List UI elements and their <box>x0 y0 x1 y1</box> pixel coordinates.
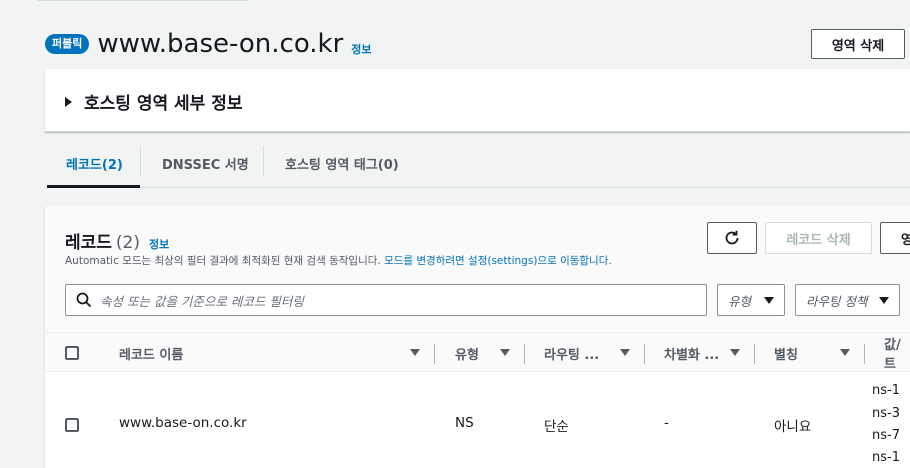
page-header: 퍼블릭 www.base-on.co.kr 정보 <box>45 28 372 60</box>
type-filter-dropdown[interactable]: 유형 <box>717 284 785 316</box>
table-header: 레코드 이름 유형 라우팅 ... 차별화 ... 별칭 값/트 <box>45 332 910 372</box>
select-all-checkbox[interactable] <box>65 346 79 360</box>
record-value-line: ns-1 <box>872 383 900 398</box>
column-divider <box>644 344 645 364</box>
active-tab-indicator <box>47 185 140 188</box>
tab-divider <box>263 146 264 176</box>
record-value-line: ns-3 <box>872 406 900 421</box>
hosted-zone-details-panel: 호스팅 영역 세부 정보 <box>45 69 910 132</box>
sort-icon[interactable] <box>730 349 740 356</box>
dropdown-caret-icon <box>764 297 774 304</box>
tab-dnssec[interactable]: DNSSEC 서명 <box>162 140 249 187</box>
settings-link[interactable]: 모드를 변경하려면 설정(settings)으로 이동합니다. <box>384 255 612 267</box>
records-panel: 레코드 (2) 정보 Automatic 모드는 최상의 필터 결과에 최적화된… <box>45 206 910 468</box>
column-divider <box>434 344 435 364</box>
record-value-line: ns-1 <box>872 450 900 465</box>
info-link[interactable]: 정보 <box>351 41 371 57</box>
column-header-name[interactable]: 레코드 이름 <box>119 333 183 373</box>
record-search-input[interactable]: 속성 또는 값을 기준으로 레코드 필터링 <box>65 284 707 316</box>
column-header-routing[interactable]: 라우팅 ... <box>544 333 599 373</box>
sort-icon[interactable] <box>840 349 850 356</box>
row-checkbox[interactable] <box>65 418 79 432</box>
tab-divider <box>140 146 141 176</box>
sort-icon[interactable] <box>620 349 630 356</box>
details-label: 호스팅 영역 세부 정보 <box>84 94 243 114</box>
record-name: www.base-on.co.kr <box>119 415 247 431</box>
routing-filter-label: 라우팅 정책 <box>806 293 868 309</box>
delete-zone-button[interactable]: 영역 삭제 <box>811 29 905 59</box>
records-title: 레코드 (2) 정보 <box>65 228 169 253</box>
tab-records[interactable]: 레코드(2) <box>66 140 123 187</box>
top-divider <box>38 0 248 1</box>
tab-tags[interactable]: 호스팅 영역 태그(0) <box>285 140 399 187</box>
column-header-alias[interactable]: 별칭 <box>774 333 798 373</box>
public-badge: 퍼블릭 <box>45 34 90 54</box>
refresh-button[interactable] <box>707 222 757 254</box>
caret-right-icon <box>65 96 72 107</box>
search-icon <box>76 292 92 308</box>
records-panel-header: 레코드 (2) 정보 Automatic 모드는 최상의 필터 결과에 최적화된… <box>45 206 910 332</box>
records-description-text: Automatic 모드는 최상의 필터 결과에 최적화된 현재 검색 동작입니… <box>65 255 381 267</box>
delete-record-button[interactable]: 레코드 삭제 <box>765 222 872 254</box>
record-routing: 단순 <box>544 419 569 435</box>
details-expander[interactable]: 호스팅 영역 세부 정보 <box>65 89 243 114</box>
column-divider <box>864 344 865 364</box>
column-divider <box>524 344 525 364</box>
search-placeholder: 속성 또는 값을 기준으로 레코드 필터링 <box>100 293 304 309</box>
dropdown-caret-icon <box>879 297 889 304</box>
record-type: NS <box>455 415 474 431</box>
sort-icon[interactable] <box>500 349 510 356</box>
record-alias: 아니요 <box>774 419 812 435</box>
column-header-value[interactable]: 값/트 <box>884 333 910 373</box>
column-divider <box>754 344 755 364</box>
type-filter-label: 유형 <box>728 293 752 309</box>
records-count: (2) <box>115 233 141 253</box>
sort-icon[interactable] <box>410 349 420 356</box>
column-header-type[interactable]: 유형 <box>455 333 479 373</box>
column-header-differentiator[interactable]: 차별화 ... <box>664 333 719 373</box>
record-value-line: ns-7 <box>872 428 900 443</box>
records-description: Automatic 모드는 최상의 필터 결과에 최적화된 현재 검색 동작입니… <box>65 253 612 268</box>
refresh-icon <box>725 230 739 245</box>
routing-filter-dropdown[interactable]: 라우팅 정책 <box>795 284 900 316</box>
records-title-text: 레코드 <box>65 233 112 253</box>
tab-bar: 레코드(2) DNSSEC 서명 호스팅 영역 태그(0) <box>45 140 910 188</box>
record-differentiator: - <box>664 415 669 431</box>
page-title: www.base-on.co.kr <box>97 29 344 59</box>
create-record-button[interactable]: 영 <box>880 222 910 254</box>
records-info-link[interactable]: 정보 <box>149 236 169 252</box>
